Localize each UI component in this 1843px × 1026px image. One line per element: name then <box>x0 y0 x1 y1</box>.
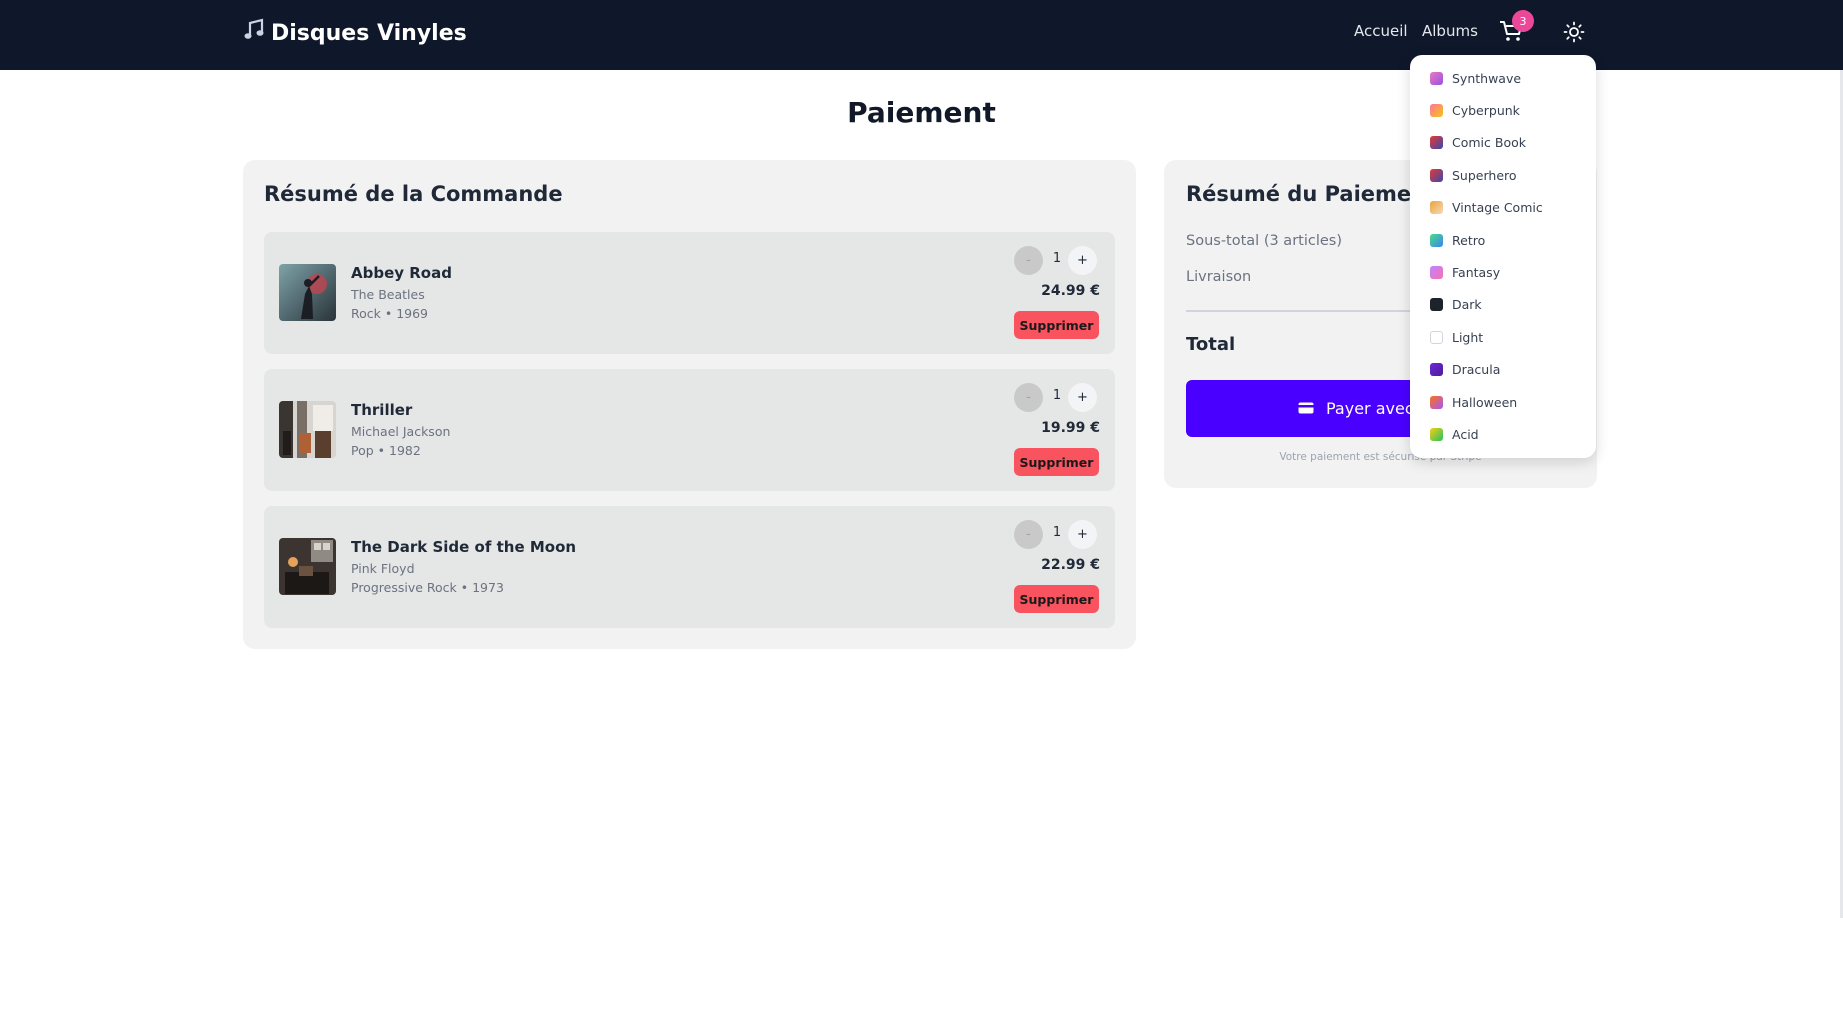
remove-item-button[interactable]: Supprimer <box>1014 311 1099 339</box>
quantity-increase-button[interactable]: + <box>1068 246 1097 275</box>
theme-option-label: Light <box>1452 329 1484 345</box>
total-label: Total <box>1186 334 1236 355</box>
payment-summary-title: Résumé du Paiement <box>1186 182 1437 206</box>
theme-option-retro[interactable]: Retro <box>1430 230 1485 250</box>
cart-item: Thriller Michael Jackson Pop • 1982 - 1 … <box>264 369 1115 491</box>
theme-option-label: Cyberpunk <box>1452 102 1520 118</box>
theme-swatch-icon <box>1430 363 1443 377</box>
remove-item-button[interactable]: Supprimer <box>1014 448 1099 476</box>
theme-option-dracula[interactable]: Dracula <box>1430 360 1500 380</box>
theme-swatch-icon <box>1430 136 1443 150</box>
theme-swatch-icon <box>1430 168 1443 182</box>
theme-option-label: Dark <box>1452 297 1482 313</box>
theme-option-dark[interactable]: Dark <box>1430 295 1482 315</box>
pay-button-label: Payer avec <box>1326 399 1414 418</box>
sun-icon[interactable] <box>1562 20 1588 46</box>
shipping-label: Livraison <box>1186 269 1252 285</box>
theme-swatch-icon <box>1430 103 1443 117</box>
theme-option-label: Retro <box>1452 232 1486 248</box>
theme-option-synthwave[interactable]: Synthwave <box>1430 68 1521 88</box>
item-artist: The Beatles <box>351 287 425 302</box>
theme-option-vintage-comic[interactable]: Vintage Comic <box>1430 198 1543 218</box>
album-cover-image <box>279 401 336 458</box>
item-artist: Pink Floyd <box>351 561 415 576</box>
quantity-value: 1 <box>1052 251 1062 266</box>
cart-item: The Dark Side of the Moon Pink Floyd Pro… <box>264 506 1115 628</box>
nav-link-albums[interactable]: Albums <box>1422 22 1478 40</box>
theme-option-cyberpunk[interactable]: Cyberpunk <box>1430 100 1520 120</box>
theme-option-light[interactable]: Light <box>1430 327 1483 347</box>
order-summary-title: Résumé de la Commande <box>264 182 563 206</box>
theme-swatch-icon <box>1430 71 1443 85</box>
item-price: 22.99 € <box>1041 557 1100 573</box>
quantity-decrease-button[interactable]: - <box>1014 383 1043 412</box>
item-price: 24.99 € <box>1041 283 1100 299</box>
brand-link[interactable]: Disques Vinyles <box>243 18 467 48</box>
album-cover-image <box>279 538 336 595</box>
theme-option-superhero[interactable]: Superhero <box>1430 165 1517 185</box>
theme-option-label: Fantasy <box>1452 264 1501 280</box>
quantity-decrease-button[interactable]: - <box>1014 246 1043 275</box>
theme-swatch-icon <box>1430 330 1443 344</box>
subtotal-label: Sous-total (3 articles) <box>1186 233 1343 249</box>
theme-option-label: Dracula <box>1452 362 1501 378</box>
credit-card-icon <box>1298 399 1314 418</box>
item-genre-year: Progressive Rock • 1973 <box>351 580 504 595</box>
nav-link-home[interactable]: Accueil <box>1354 22 1408 40</box>
quantity-decrease-button[interactable]: - <box>1014 520 1043 549</box>
cart-item: Abbey Road The Beatles Rock • 1969 - 1 +… <box>264 232 1115 354</box>
theme-option-label: Superhero <box>1452 167 1517 183</box>
theme-option-label: Comic Book <box>1452 135 1526 151</box>
theme-dropdown-menu: Synthwave Cyberpunk Comic Book Superhero Vin… <box>1410 55 1596 458</box>
theme-option-label: Vintage Comic <box>1452 200 1543 216</box>
theme-option-label: Acid <box>1452 426 1479 442</box>
remove-item-button[interactable]: Supprimer <box>1014 585 1099 613</box>
quantity-value: 1 <box>1052 388 1062 403</box>
theme-swatch-icon <box>1430 395 1443 409</box>
quantity-increase-button[interactable]: + <box>1068 520 1097 549</box>
theme-option-halloween[interactable]: Halloween <box>1430 392 1517 412</box>
item-title: Abbey Road <box>351 264 452 282</box>
item-genre-year: Rock • 1969 <box>351 306 429 321</box>
theme-swatch-icon <box>1430 427 1443 441</box>
order-summary-card: Résumé de la Commande Abbey Road The Bea… <box>243 160 1136 649</box>
theme-option-label: Halloween <box>1452 394 1518 410</box>
item-title: Thriller <box>351 401 413 419</box>
theme-swatch-icon <box>1430 298 1443 312</box>
brand-title: Disques Vinyles <box>271 20 467 46</box>
theme-option-fantasy[interactable]: Fantasy <box>1430 262 1500 282</box>
theme-option-acid[interactable]: Acid <box>1430 424 1479 444</box>
cart-count-badge: 3 <box>1512 10 1534 32</box>
theme-swatch-icon <box>1430 201 1443 215</box>
item-genre-year: Pop • 1982 <box>351 443 421 458</box>
item-artist: Michael Jackson <box>351 424 451 439</box>
item-price: 19.99 € <box>1041 420 1100 436</box>
quantity-value: 1 <box>1052 525 1062 540</box>
music-note-icon <box>243 18 265 48</box>
quantity-increase-button[interactable]: + <box>1068 383 1097 412</box>
theme-option-label: Synthwave <box>1452 70 1522 86</box>
theme-option-comic-book[interactable]: Comic Book <box>1430 133 1526 153</box>
item-title: The Dark Side of the Moon <box>351 538 577 556</box>
theme-swatch-icon <box>1430 265 1443 279</box>
theme-swatch-icon <box>1430 233 1443 247</box>
album-cover-image <box>279 264 336 321</box>
